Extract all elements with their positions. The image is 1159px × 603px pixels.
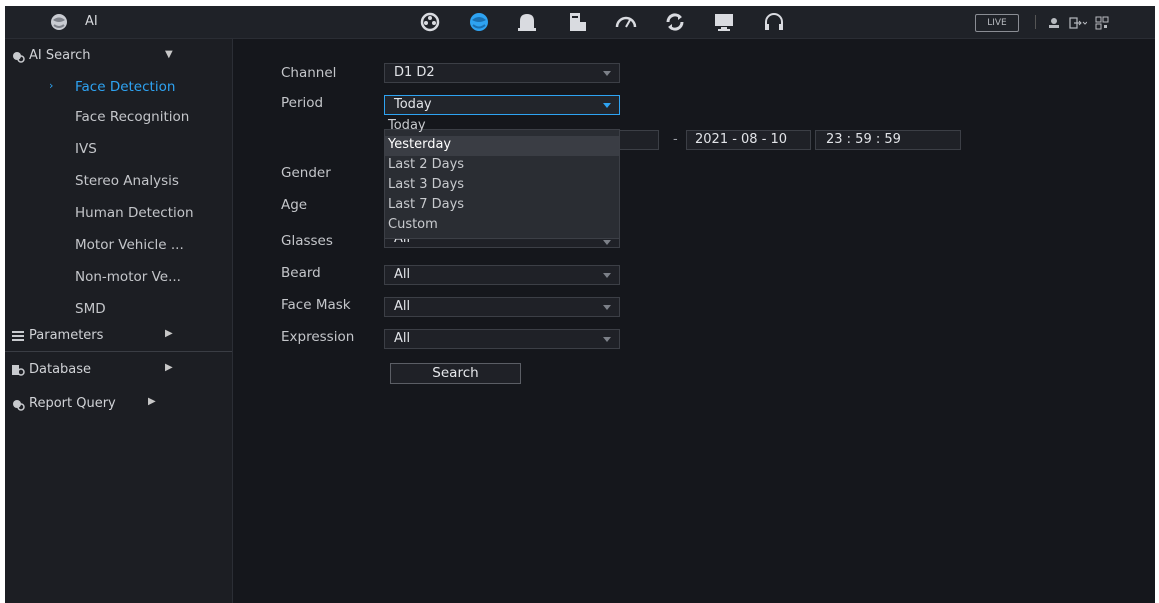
caret-down-icon: [603, 71, 611, 76]
period-label: Period: [281, 95, 324, 111]
sidebar-item-human-detection[interactable]: Human Detection: [5, 199, 232, 229]
nav-report-query-label: Report Query: [29, 396, 116, 411]
sidebar-item-face-detection[interactable]: › Face Detection: [5, 73, 232, 103]
caret-down-icon: ▼: [165, 49, 173, 60]
app-title: AI: [85, 14, 98, 29]
sidebar-item-label: Face Detection: [75, 79, 176, 95]
chevron-right-icon: ›: [49, 79, 54, 92]
beard-select[interactable]: All: [384, 265, 620, 285]
channel-label: Channel: [281, 65, 337, 81]
channel-select[interactable]: D1 D2: [384, 63, 620, 83]
channel-value: D1 D2: [394, 65, 435, 80]
logout-icon[interactable]: [1069, 15, 1088, 29]
period-option-last-3-days[interactable]: Last 3 Days: [385, 176, 619, 196]
nav-database[interactable]: Database ▶: [5, 357, 232, 385]
caret-down-icon: [603, 240, 611, 245]
period-option-today[interactable]: Today: [385, 117, 619, 137]
sidebar-item-ivs[interactable]: IVS: [5, 135, 232, 165]
sidebar-item-smd[interactable]: SMD: [5, 295, 232, 325]
face-mask-value: All: [394, 299, 411, 314]
period-dropdown: Today Yesterday Last 2 Days Last 3 Days …: [384, 118, 620, 239]
caret-down-icon: [603, 103, 611, 108]
range-separator: -: [673, 132, 678, 147]
report-search-icon: [11, 397, 25, 411]
sidebar-item-face-recognition[interactable]: Face Recognition: [5, 103, 232, 133]
live-button[interactable]: LIVE: [975, 14, 1019, 32]
nvr-window: AI LIVE AI Search ▼ › Face Detection Fac…: [5, 6, 1155, 603]
search-button[interactable]: Search: [390, 363, 521, 384]
expression-select[interactable]: All: [384, 329, 620, 349]
sidebar-item-label: Face Recognition: [75, 109, 190, 125]
network-gauge-icon[interactable]: [614, 10, 638, 34]
caret-right-icon: ▶: [148, 396, 156, 407]
sidebar-item-motor-vehicle[interactable]: Motor Vehicle ...: [5, 231, 232, 261]
caret-down-icon: [603, 305, 611, 310]
ai-globe-icon[interactable]: [467, 10, 491, 34]
start-datetime-field[interactable]: [615, 130, 659, 150]
caret-down-icon: [603, 337, 611, 342]
glasses-label: Glasses: [281, 233, 333, 249]
age-label: Age: [281, 197, 308, 213]
sidebar-item-stereo-analysis[interactable]: Stereo Analysis: [5, 167, 232, 197]
sidebar-item-label: IVS: [75, 141, 97, 157]
audio-headset-icon[interactable]: [762, 10, 786, 34]
alarm-bell-icon[interactable]: [515, 10, 539, 34]
expression-value: All: [394, 331, 411, 346]
nav-database-label: Database: [29, 362, 92, 377]
display-monitor-icon[interactable]: [712, 10, 736, 34]
sidebar-item-label: Non-motor Ve...: [75, 269, 181, 285]
sidebar-item-label: Motor Vehicle ...: [75, 237, 184, 253]
nav-ai-search[interactable]: AI Search ▼: [5, 43, 232, 71]
nav-report-query[interactable]: Report Query ▶: [5, 391, 232, 419]
search-face-icon: [11, 49, 25, 63]
period-select[interactable]: Today: [384, 95, 620, 115]
sidebar-item-label: Human Detection: [75, 205, 194, 221]
period-option-custom[interactable]: Custom: [385, 216, 619, 236]
gender-label: Gender: [281, 165, 331, 181]
top-bar: AI LIVE: [5, 6, 1155, 39]
sidebar-item-non-motor-vehicle[interactable]: Non-motor Ve...: [5, 263, 232, 293]
expression-label: Expression: [281, 329, 355, 345]
caret-right-icon: ▶: [165, 362, 173, 373]
divider: [1035, 15, 1036, 29]
nav-parameters-label: Parameters: [29, 328, 104, 343]
period-value: Today: [394, 97, 432, 112]
caret-right-icon: ▶: [165, 328, 173, 339]
ai-globe-icon: [49, 12, 69, 32]
main-panel: Channel D1 D2 Period Today Today Yesterd…: [233, 39, 1155, 603]
face-mask-select[interactable]: All: [384, 297, 620, 317]
database-icon: [11, 363, 25, 377]
camera-reel-icon[interactable]: [418, 10, 442, 34]
nav-parameters[interactable]: Parameters ▶: [5, 323, 232, 351]
sidebar-divider: [5, 351, 232, 352]
face-mask-label: Face Mask: [281, 297, 351, 313]
caret-down-icon: [603, 273, 611, 278]
end-date-field[interactable]: 2021 - 08 - 10: [686, 130, 811, 150]
storage-icon[interactable]: [565, 10, 589, 34]
sidebar: AI Search ▼ › Face Detection Face Recogn…: [5, 39, 233, 603]
qr-code-icon[interactable]: [1095, 15, 1109, 30]
period-option-last-2-days[interactable]: Last 2 Days: [385, 156, 619, 176]
end-time-field[interactable]: 23 : 59 : 59: [815, 130, 961, 150]
sidebar-item-label: Stereo Analysis: [75, 173, 179, 189]
beard-value: All: [394, 267, 411, 282]
list-icon: [11, 329, 25, 343]
nav-ai-search-label: AI Search: [29, 48, 91, 63]
user-icon[interactable]: [1047, 15, 1061, 29]
period-option-yesterday[interactable]: Yesterday: [385, 136, 619, 156]
period-option-last-7-days[interactable]: Last 7 Days: [385, 196, 619, 216]
beard-label: Beard: [281, 265, 321, 281]
sidebar-item-label: SMD: [75, 301, 106, 317]
maintenance-refresh-icon[interactable]: [663, 10, 687, 34]
